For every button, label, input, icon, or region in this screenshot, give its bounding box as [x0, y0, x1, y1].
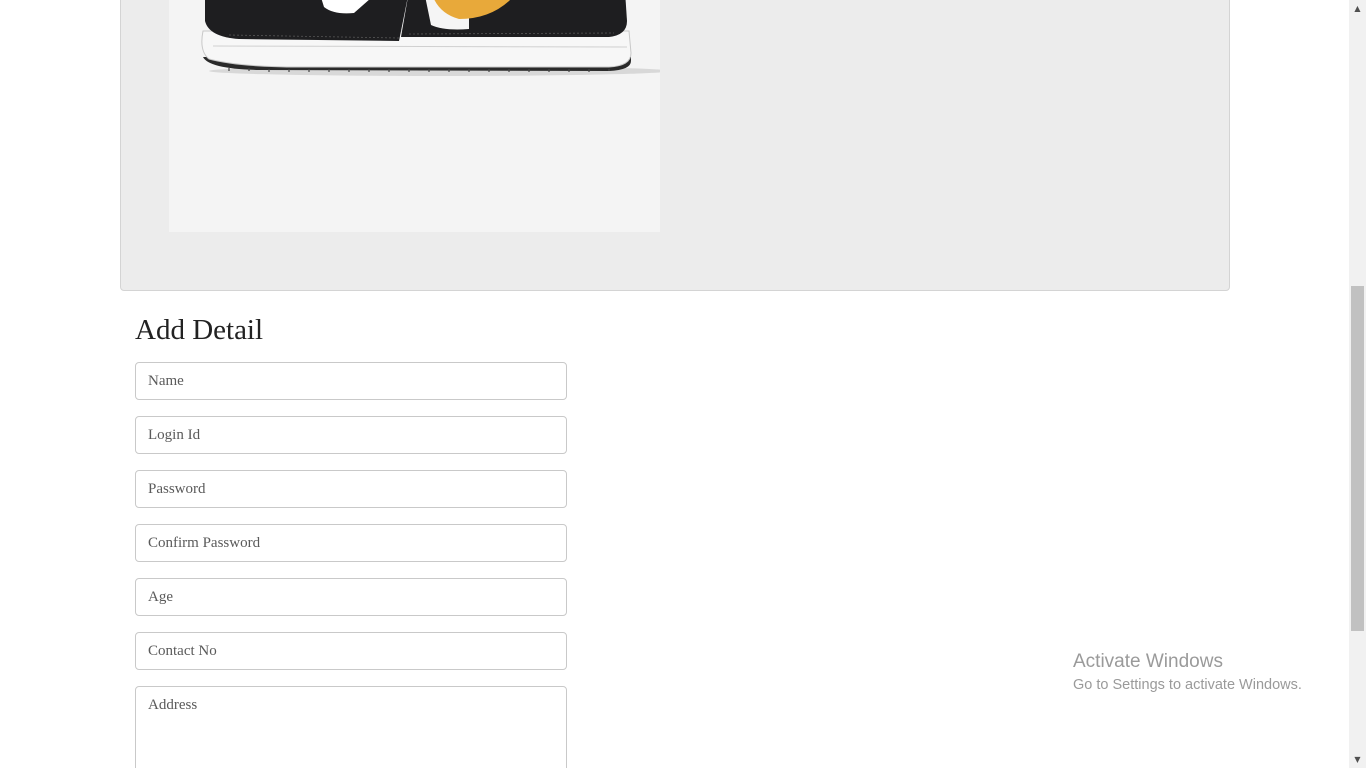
watermark-subtitle: Go to Settings to activate Windows. — [1073, 677, 1302, 693]
scroll-up-arrow-icon[interactable]: ▲ — [1349, 0, 1366, 17]
vertical-scrollbar[interactable]: ▲ ▼ — [1349, 0, 1366, 768]
page: Add Detail Activate Windows Go to Settin… — [0, 0, 1349, 768]
watermark-title: Activate Windows — [1073, 651, 1223, 672]
contact-no-input[interactable] — [135, 632, 567, 670]
sneaker-image — [201, 0, 660, 76]
scroll-thumb[interactable] — [1351, 286, 1364, 631]
confirm-password-input[interactable] — [135, 524, 567, 562]
login-id-input[interactable] — [135, 416, 567, 454]
product-panel — [120, 0, 1230, 291]
age-input[interactable] — [135, 578, 567, 616]
password-input[interactable] — [135, 470, 567, 508]
activate-windows-watermark: Activate Windows Go to Settings to activ… — [1073, 650, 1302, 696]
product-image[interactable] — [169, 0, 660, 232]
address-textarea[interactable] — [135, 686, 567, 768]
scroll-down-arrow-icon[interactable]: ▼ — [1349, 751, 1366, 768]
add-detail-heading: Add Detail — [135, 314, 264, 346]
name-input[interactable] — [135, 362, 567, 400]
